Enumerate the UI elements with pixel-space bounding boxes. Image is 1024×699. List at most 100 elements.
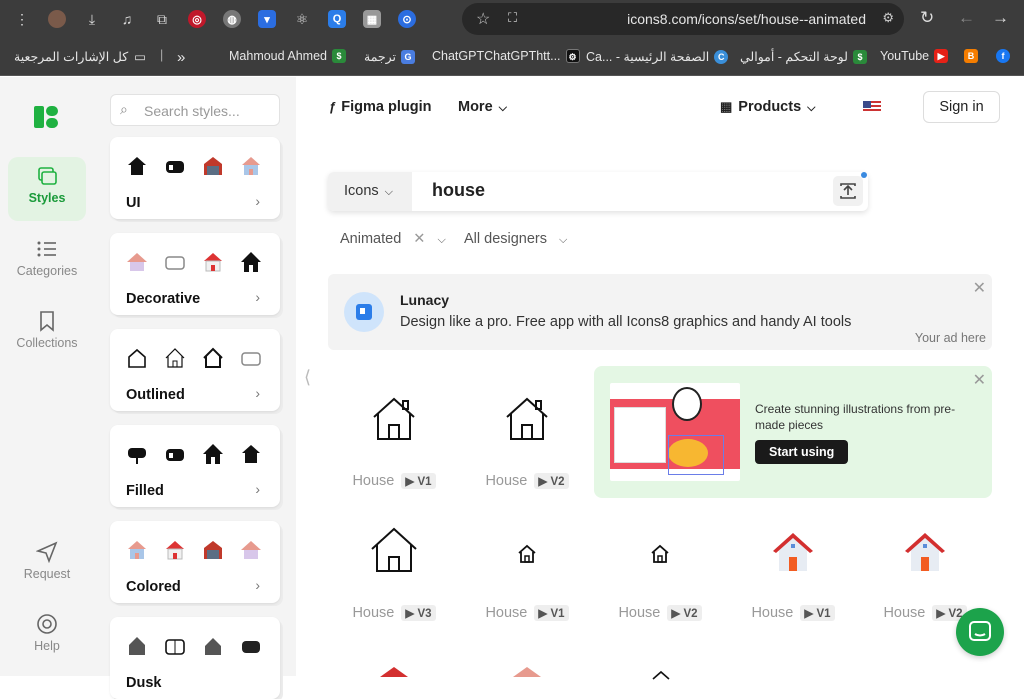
translate-icon: G [401, 49, 416, 64]
filter-animated-label: Animated [340, 231, 402, 247]
star-icon[interactable]: ☆ [476, 9, 490, 29]
bookmark-youtube[interactable]: YouTube ▶ [880, 49, 949, 63]
mailbox-icon [166, 161, 184, 173]
extension-edge-icon[interactable]: ⊙ [396, 8, 418, 30]
icon-result[interactable]: House ▶ V1 [472, 509, 582, 629]
bookmarks-bar: كل الإشارات المرجعية ▭ | » Mahmoud Ahmed… [0, 38, 1024, 76]
style-card-ui[interactable]: UI › [110, 137, 280, 219]
icon-result[interactable]: House ▶ V2 [472, 377, 582, 497]
house-outline-icon [373, 397, 415, 440]
menu-dots-icon[interactable]: ⋮ [11, 8, 33, 30]
bookmark-overflow[interactable]: » [177, 49, 185, 66]
canva-icon: C [714, 49, 729, 64]
grid-icon: ▦ [720, 99, 733, 114]
products-menu[interactable]: ▦ Products ⌵ [720, 99, 815, 115]
promo-card[interactable]: Create stunning illustrations from pre-m… [594, 366, 992, 498]
translate-page-icon[interactable]: ⛶ [508, 10, 517, 26]
browser-toolbar: ⋮ ⤓ ♫ ⧉ ◎ ◍ ▾ ⚛ Q ▦ ⊙ ☆ ⛶ icons8.com/ico… [0, 0, 1024, 38]
extension-grey-icon[interactable]: ▦ [361, 8, 383, 30]
bookmark-canva[interactable]: Ca... - الصفحة الرئيسية C [586, 49, 729, 64]
bookmark-blogger[interactable]: B [959, 49, 978, 63]
react-icon[interactable]: ⚛ [291, 8, 313, 30]
house-colored-icon [773, 533, 813, 571]
media-icon[interactable]: ♫ [116, 8, 138, 30]
download-icon[interactable]: ⤓ [81, 8, 103, 30]
clear-filter-icon[interactable]: ✕ [413, 231, 425, 247]
upload-image-button[interactable] [833, 172, 867, 206]
icon-result[interactable]: House ▶ V1 [339, 377, 449, 497]
style-card-outlined[interactable]: Outlined › [110, 329, 280, 411]
rail-item-label: Styles [28, 191, 66, 205]
close-promo-icon[interactable]: ✕ [973, 370, 986, 390]
icon-result[interactable]: House ▶ V1 [738, 509, 848, 629]
figma-plugin-link[interactable]: ƒ Figma plugin [329, 99, 431, 115]
extensions-icon[interactable]: ⧉ [151, 8, 173, 30]
rail-item-categories[interactable]: Categories [8, 230, 86, 294]
extension-globe-icon[interactable]: ◍ [221, 8, 243, 30]
extension-red-icon[interactable]: ◎ [186, 8, 208, 30]
rail-item-request[interactable]: Request [8, 533, 86, 597]
version-badge: ▶ V1 [800, 605, 835, 621]
extension-q-icon[interactable]: Q [326, 8, 348, 30]
style-card-decorative[interactable]: Decorative › [110, 233, 280, 315]
ad-banner[interactable]: Lunacy Design like a pro. Free app with … [328, 274, 992, 350]
rail-item-collections[interactable]: Collections [8, 302, 86, 366]
separator: | [160, 48, 164, 62]
openai-icon: ⚙ [565, 49, 580, 63]
start-using-button[interactable]: Start using [755, 440, 849, 464]
mailbox-outline-icon [241, 352, 261, 366]
reload-icon[interactable]: ↻ [920, 8, 934, 28]
bookmark-all[interactable]: كل الإشارات المرجعية ▭ [14, 49, 146, 64]
bookmark-facebook[interactable]: f [991, 49, 1010, 63]
bookmark-label: لوحة التحكم - أموالي [740, 50, 848, 64]
bookmark-translate[interactable]: ترجمة G [364, 49, 416, 64]
chevron-right-icon: › [255, 481, 260, 497]
search-query-input[interactable]: house [432, 180, 485, 201]
style-card-title: UI [126, 195, 141, 211]
style-card-dusk[interactable]: Dusk [110, 617, 280, 699]
site-settings-icon[interactable]: ⚙ [882, 10, 894, 26]
bookmark-icon [40, 311, 54, 332]
filter-designers[interactable]: All designers ⌵ [464, 231, 567, 247]
style-card-colored[interactable]: Colored › [110, 521, 280, 603]
icon-name: House [485, 473, 528, 489]
styles-search-input[interactable]: ⌕ Search styles... [110, 94, 280, 126]
forward-icon[interactable]: → [992, 8, 1009, 28]
sign-in-button[interactable]: Sign in [923, 91, 1000, 123]
close-ad-icon[interactable]: ✕ [973, 278, 986, 298]
rail-item-label: Categories [16, 264, 78, 278]
house-black-icon [241, 252, 261, 272]
icon-result[interactable]: House ▶ V3 [339, 509, 449, 629]
style-card-title: Colored [126, 579, 181, 595]
icons8-logo[interactable] [34, 104, 60, 130]
dollar-icon: $ [331, 49, 346, 63]
back-icon[interactable]: ← [958, 8, 975, 28]
bookmark-amwali[interactable]: لوحة التحكم - أموالي $ [740, 49, 867, 64]
icon-result[interactable]: House ▶ V2 [605, 509, 715, 629]
profile-avatar[interactable] [46, 8, 68, 30]
chat-support-button[interactable] [956, 608, 1004, 656]
dollar-icon: $ [852, 49, 867, 64]
bookmark-mahmoud[interactable]: Mahmoud Ahmed $ [229, 49, 346, 63]
bookmark-chatgpt[interactable]: ChatGPTChatGPThtt... ⚙ [432, 49, 580, 63]
chevron-right-icon: › [255, 289, 260, 305]
icon-search-bar: Icons ⌵ house [328, 172, 868, 211]
chevron-right-icon: › [255, 577, 260, 593]
collapse-panel-handle[interactable]: ⟨ [304, 367, 311, 388]
style-card-filled[interactable]: Filled › [110, 425, 280, 507]
search-category-select[interactable]: Icons ⌵ [328, 172, 412, 211]
chevron-right-icon: › [255, 385, 260, 401]
ad-description: Design like a pro. Free app with all Ico… [400, 314, 852, 330]
address-bar[interactable]: ☆ ⛶ icons8.com/icons/set/house--animated… [462, 3, 904, 35]
ad-note[interactable]: Your ad here [915, 331, 986, 345]
rail-item-styles[interactable]: Styles [8, 157, 86, 221]
version-label: V2 [550, 476, 565, 488]
extension-blue-icon[interactable]: ▾ [256, 8, 278, 30]
folder-icon: ▭ [134, 50, 146, 64]
us-flag-icon[interactable] [863, 101, 881, 113]
filter-animated[interactable]: Animated ✕ ⌵ [340, 231, 446, 247]
rail-item-help[interactable]: Help [8, 605, 86, 669]
style-card-title: Dusk [126, 675, 162, 691]
search-category-label: Icons [344, 183, 379, 199]
more-menu[interactable]: More ⌵ [458, 99, 507, 115]
